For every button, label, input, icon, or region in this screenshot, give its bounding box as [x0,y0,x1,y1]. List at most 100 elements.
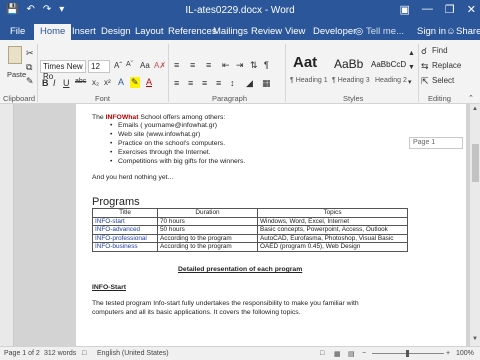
word-count[interactable]: 312 words [44,350,76,357]
align-center-icon[interactable]: ≡ [188,78,193,88]
tab-layout[interactable]: Layout [135,26,164,37]
shrink-font-icon[interactable]: Aˇ [126,61,133,68]
change-case-icon[interactable]: Aa [140,61,150,70]
bullet-dot: • [110,149,113,156]
style-preview-heading3[interactable]: AaBb [334,57,363,71]
table-cell: OAED (program 0.45), Web Design [257,242,408,252]
style-preview-heading2[interactable]: AaBbCcD [371,60,406,69]
scroll-down-icon[interactable]: ▼ [472,336,478,342]
shading-icon[interactable]: ◢ [246,78,253,89]
align-left-icon[interactable]: ≡ [174,78,179,88]
programs-table: Title Duration Topics INFO-start 70 hour… [92,208,408,252]
close-icon[interactable]: ✕ [467,3,476,16]
bold-button[interactable]: B [42,78,49,88]
replace-icon[interactable]: ⇆ [421,61,429,72]
zoom-slider-thumb[interactable] [406,350,409,357]
paste-icon[interactable] [8,46,22,64]
style-preview-heading1[interactable]: Aat [293,54,317,71]
style-name-heading2: Heading 2 [375,77,407,84]
zoom-level[interactable]: 100% [456,350,474,357]
table-row: INFO-advanced 50 hours Basic concepts, P… [92,225,408,235]
numbering-icon[interactable]: ≡ [190,60,195,70]
document-page[interactable]: The INFOWhat School offers among others:… [76,104,466,346]
tell-me-box[interactable]: Tell me... [366,26,404,37]
tab-review[interactable]: Review [251,26,282,37]
decrease-indent-icon[interactable]: ⇤ [222,60,230,71]
increase-indent-icon[interactable]: ⇥ [236,60,244,71]
format-painter-icon[interactable]: ✎ [26,76,34,87]
sort-icon[interactable]: ⇅ [250,60,258,71]
find-button[interactable]: Find [432,46,448,55]
zoom-out-icon[interactable]: − [362,350,366,357]
tab-design[interactable]: Design [101,26,131,37]
show-marks-icon[interactable]: ¶ [264,60,269,70]
scroll-up-icon[interactable]: ▲ [472,106,478,112]
find-icon[interactable]: ☌ [421,46,427,57]
vertical-scrollbar[interactable]: ▲ ▼ [469,104,480,346]
italic-button[interactable]: I [53,78,56,88]
minimize-icon[interactable]: — [422,3,433,16]
print-layout-icon[interactable]: ▦ [334,350,341,358]
line-spacing-icon[interactable]: ↕ [230,78,235,88]
ribbon-display-icon[interactable]: ▣ [400,3,410,16]
styles-scroll-down-icon[interactable]: ▼ [408,64,415,71]
tab-file[interactable]: File [10,26,25,37]
restore-icon[interactable]: ❐ [445,3,455,16]
tab-mailings[interactable]: Mailings [213,26,248,37]
font-size-select[interactable]: 12 [88,60,110,73]
proofing-icon[interactable]: □ [82,350,86,357]
language[interactable]: English (United States) [97,350,169,357]
read-mode-icon[interactable]: □ [320,350,324,357]
tab-home[interactable]: Home [34,24,72,40]
page-count[interactable]: Page 1 of 2 [4,350,40,357]
cut-icon[interactable]: ✂ [26,48,34,59]
body-paragraph-line: The tested program Info-start fully unde… [92,300,359,307]
replace-button[interactable]: Replace [432,61,461,70]
align-right-icon[interactable]: ≡ [202,78,207,88]
list-item: Exercises through the Internet. [118,149,211,156]
table-cell: According to the program [157,233,258,243]
styles-more-icon[interactable]: ▾ [408,78,412,86]
superscript-button[interactable]: x² [104,78,111,87]
scrollbar-thumb[interactable] [472,144,479,182]
subscript-button[interactable]: x₂ [92,78,99,87]
ribbon: Paste ✂ ⧉ ✎ Clipboard Times New Ro 12 Aˆ… [0,40,480,104]
strikethrough-button[interactable]: abc [75,78,86,85]
web-layout-icon[interactable]: ▤ [348,350,355,358]
sign-in-link[interactable]: Sign in [417,26,446,37]
table-row: INFO-start 70 hours Windows, Word, Excel… [92,216,408,226]
style-name-heading3: ¶ Heading 3 [332,77,370,84]
intro-brand: INFOWhat [105,114,139,121]
grow-font-icon[interactable]: Aˆ [114,61,122,70]
bullets-icon[interactable]: ≡ [174,60,179,70]
underline-button[interactable]: U [63,78,70,88]
borders-icon[interactable]: ▦ [262,78,271,89]
document-area: The INFOWhat School offers among others:… [0,104,480,346]
bullet-dot: • [110,140,113,147]
collapse-ribbon-icon[interactable]: ⌃ [468,94,474,102]
select-icon[interactable]: ⇱ [421,76,429,87]
select-button[interactable]: Select [432,76,454,85]
styles-scroll-up-icon[interactable]: ▲ [408,50,415,57]
text-effects-icon[interactable]: A [118,77,124,87]
tab-insert[interactable]: Insert [72,26,96,37]
highlight-icon[interactable]: ✎ [130,77,140,88]
share-icon[interactable]: ☺ [446,26,456,37]
zoom-in-icon[interactable]: + [446,350,450,357]
multilevel-list-icon[interactable]: ≡ [206,60,211,70]
list-item: Emails ( yourname@infowhat.gr) [118,122,218,129]
share-button[interactable]: Share [456,26,480,37]
intro-prefix: The [92,114,106,121]
clear-formatting-icon[interactable]: A✗ [154,61,166,70]
tab-references[interactable]: References [168,26,217,37]
tab-developer[interactable]: Developer [313,26,356,37]
table-cell: According to the program [157,242,258,252]
tab-view[interactable]: View [285,26,305,37]
paste-button[interactable]: Paste [7,70,26,79]
font-name-select[interactable]: Times New Ro [40,60,86,81]
copy-icon[interactable]: ⧉ [26,62,32,73]
bullet-dot: • [110,122,113,129]
font-color-icon[interactable]: A [146,77,152,87]
table-header: Title [92,208,158,218]
justify-icon[interactable]: ≡ [216,78,221,88]
